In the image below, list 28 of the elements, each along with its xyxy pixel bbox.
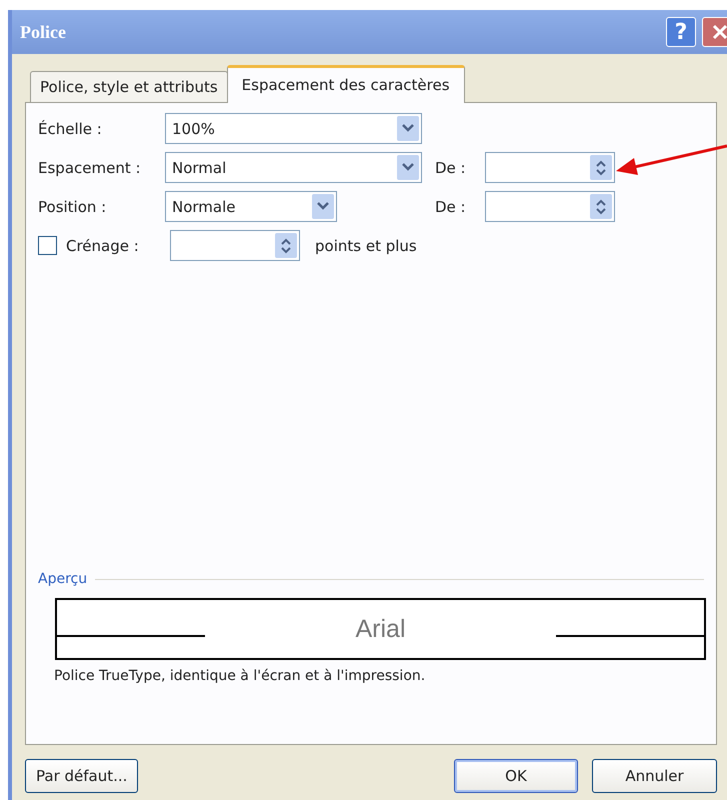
default-button[interactable]: Par défaut...	[25, 759, 138, 793]
tab[interactable]: Espacement des caractères	[226, 65, 465, 103]
preview-sample: Arial	[355, 614, 406, 644]
spin-field[interactable]	[485, 191, 615, 222]
group-legend: Aperçu	[38, 571, 88, 587]
ok-button[interactable]: OK	[454, 759, 578, 793]
field-label: Espacement :	[38, 158, 142, 176]
cancel-button[interactable]: Annuler	[592, 759, 717, 793]
dropdown[interactable]: Normal	[165, 152, 422, 183]
close-icon	[711, 23, 727, 41]
field-label: De :	[435, 158, 467, 176]
field-label: De :	[435, 198, 467, 216]
field-label: Échelle :	[38, 120, 103, 138]
dropdown[interactable]: Normale	[165, 191, 337, 222]
spin-arrows-icon	[590, 155, 612, 180]
spin-field[interactable]	[485, 152, 615, 183]
checkbox[interactable]	[38, 236, 57, 255]
field-label: points et plus	[315, 236, 417, 254]
field-label: Position :	[38, 198, 108, 216]
spin-field[interactable]	[170, 230, 300, 261]
spin-arrows-icon	[275, 233, 297, 258]
checkbox-label: Crénage :	[66, 236, 140, 254]
spin-arrows-icon	[590, 194, 612, 219]
help-button[interactable]: ?	[666, 17, 696, 47]
tab[interactable]: Police, style et attributs	[30, 71, 228, 102]
dropdown[interactable]: 100%	[165, 113, 422, 144]
window-title: Police	[20, 22, 67, 42]
font-description: Police TrueType, identique à l'écran et à l'impression.	[54, 668, 426, 684]
